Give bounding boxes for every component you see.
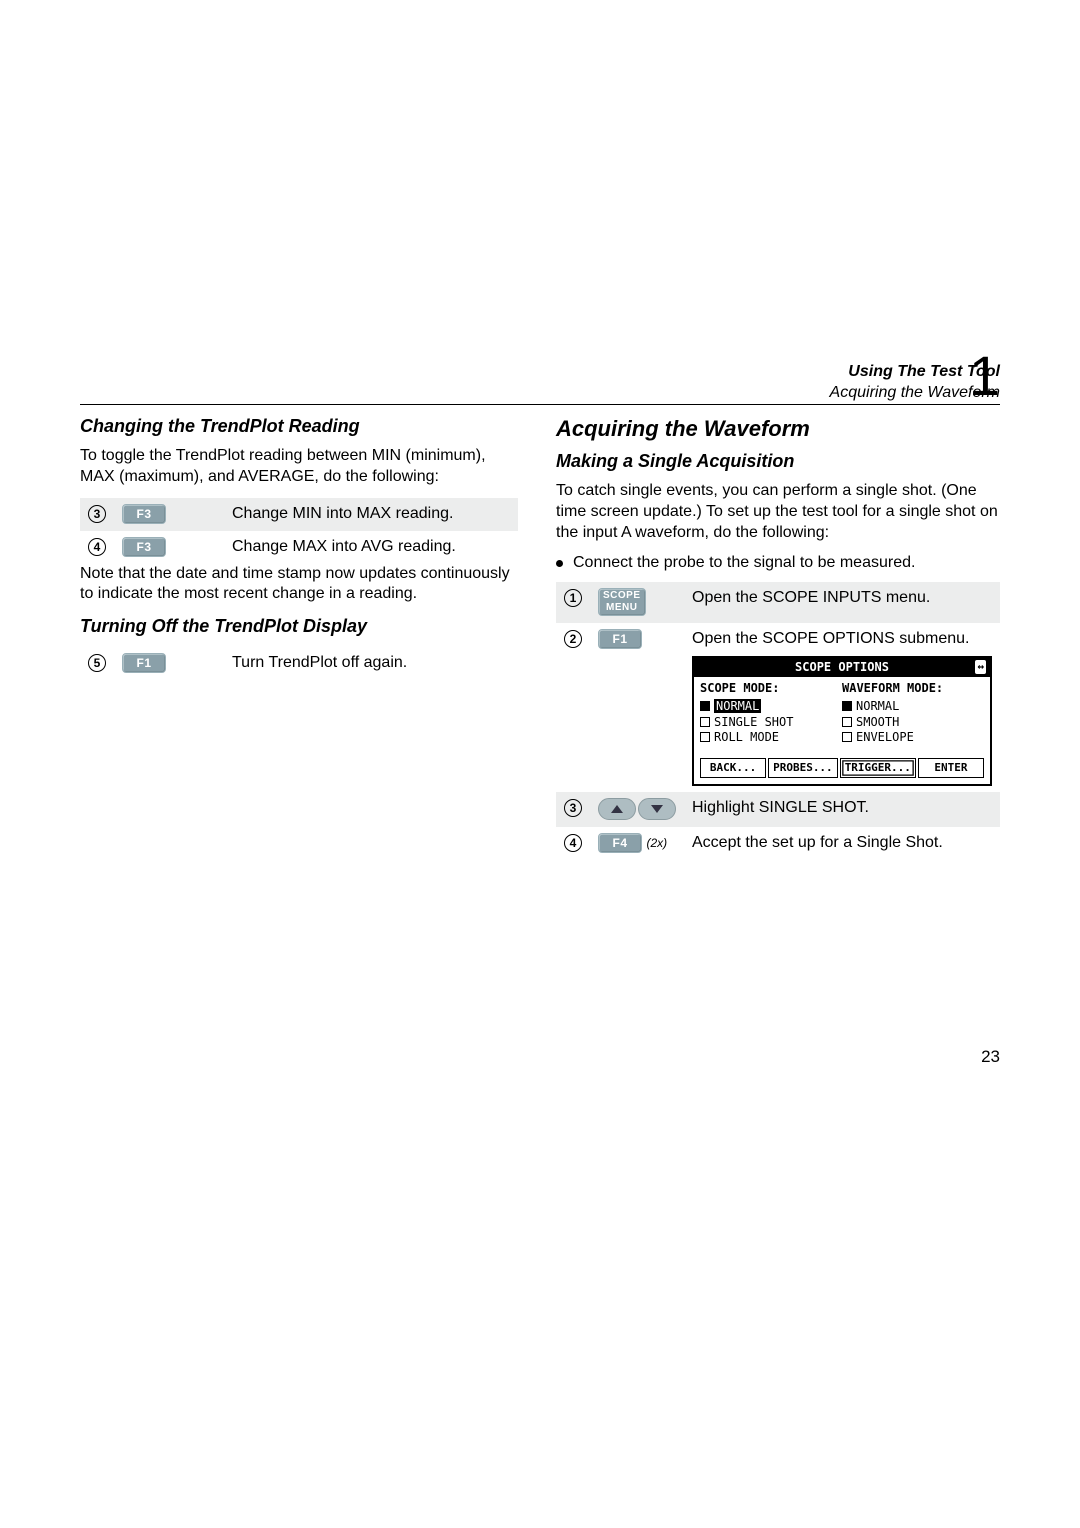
option-label: ENVELOPE [856, 730, 914, 744]
f3-key-icon: F3 [122, 504, 166, 524]
step-desc: Accept the set up for a Single Shot. [684, 827, 1000, 860]
arrow-buttons-icon [598, 798, 676, 820]
f1-key-icon: F1 [122, 653, 166, 673]
waveform-mode-column: WAVEFORM MODE: NORMAL SMOOTH ENVELOPE [842, 681, 984, 745]
step-num-icon: 4 [88, 538, 106, 556]
bullet-dot-icon [556, 560, 563, 567]
arrow-down-icon [638, 798, 676, 820]
bullet-item: Connect the probe to the signal to be me… [556, 553, 1000, 574]
option: ROLL MODE [700, 730, 842, 746]
option: NORMAL [700, 699, 842, 715]
option: SINGLE SHOT [700, 715, 842, 731]
checkbox-icon [700, 717, 710, 727]
scope-mode-column: SCOPE MODE: NORMAL SINGLE SHOT ROLL MODE [700, 681, 842, 745]
col-header: SCOPE MODE: [700, 681, 842, 697]
option-label: SMOOTH [856, 715, 899, 729]
swap-icon: ↔ [975, 660, 986, 674]
step-num-icon: 3 [564, 799, 582, 817]
arrow-up-icon [598, 798, 636, 820]
step-desc-text: Open the SCOPE OPTIONS submenu. [692, 630, 969, 647]
table-row: 2 F1 Open the SCOPE OPTIONS submenu. SCO… [556, 623, 1000, 792]
heading-changing-trendplot: Changing the TrendPlot Reading [80, 415, 518, 438]
back-tab: BACK... [700, 758, 766, 778]
option: ENVELOPE [842, 730, 984, 746]
page-number: 23 [981, 1046, 1000, 1068]
chapter-number: 1 [969, 340, 1000, 413]
intro-text: To toggle the TrendPlot reading between … [80, 446, 518, 488]
option-label: NORMAL [714, 699, 761, 713]
checkbox-icon [842, 732, 852, 742]
scope-options-box: SCOPE OPTIONS ↔ SCOPE MODE: NORMAL SINGL… [692, 656, 992, 786]
heading-acquiring: Acquiring the Waveform [556, 415, 1000, 444]
f3-key-icon: F3 [122, 537, 166, 557]
option: SMOOTH [842, 715, 984, 731]
step-num-icon: 5 [88, 654, 106, 672]
step-desc: Change MAX into AVG reading. [224, 531, 518, 564]
scopebox-title: SCOPE OPTIONS ↔ [694, 658, 990, 678]
note-text: Note that the date and time stamp now up… [80, 564, 518, 606]
table-row: 4 F4 (2x) Accept the set up for a Single… [556, 827, 1000, 860]
step-num-icon: 3 [88, 505, 106, 523]
step-desc: Open the SCOPE OPTIONS submenu. SCOPE OP… [684, 623, 1000, 792]
col-header: WAVEFORM MODE: [842, 681, 984, 697]
option: NORMAL [842, 699, 984, 715]
table-row: 4 F3 Change MAX into AVG reading. [80, 531, 518, 564]
table-row: 3 Highlight SINGLE SHOT. [556, 792, 1000, 827]
checkbox-icon [842, 701, 852, 711]
f4-key-icon: F4 [598, 833, 642, 853]
table-row: 5 F1 Turn TrendPlot off again. [80, 647, 518, 680]
right-column: Acquiring the Waveform Making a Single A… [556, 415, 1000, 860]
bullet-text: Connect the probe to the signal to be me… [573, 553, 915, 574]
option-label: ROLL MODE [714, 730, 779, 744]
enter-tab: ENTER [918, 758, 984, 778]
option-label: SINGLE SHOT [714, 715, 793, 729]
step-desc: Change MIN into MAX reading. [224, 498, 518, 531]
repeat-note: (2x) [646, 836, 667, 850]
intro-text: To catch single events, you can perform … [556, 481, 1000, 543]
probes-tab: PROBES... [768, 758, 838, 778]
f1-key-icon: F1 [598, 629, 642, 649]
step-num-icon: 2 [564, 630, 582, 648]
acquire-steps-table: 1 SCOPEMENU Open the SCOPE INPUTS menu. … [556, 582, 1000, 859]
step-num-icon: 1 [564, 589, 582, 607]
heading-turning-off: Turning Off the TrendPlot Display [80, 615, 518, 638]
scopebox-tabs: BACK... PROBES... TRIGGER... ENTER [694, 754, 990, 784]
step-num-icon: 4 [564, 834, 582, 852]
left-column: Changing the TrendPlot Reading To toggle… [80, 415, 518, 860]
scope-menu-key-icon: SCOPEMENU [598, 588, 646, 616]
step-desc: Turn TrendPlot off again. [224, 647, 518, 680]
trendplot-steps-table: 3 F3 Change MIN into MAX reading. 4 F3 C… [80, 498, 518, 564]
checkbox-icon [700, 701, 710, 711]
trigger-tab: TRIGGER... [840, 758, 916, 778]
turnoff-steps-table: 5 F1 Turn TrendPlot off again. [80, 647, 518, 680]
option-label: NORMAL [856, 699, 899, 713]
step-desc: Highlight SINGLE SHOT. [684, 792, 1000, 827]
table-row: 1 SCOPEMENU Open the SCOPE INPUTS menu. [556, 582, 1000, 623]
step-desc: Open the SCOPE INPUTS menu. [684, 582, 1000, 623]
heading-single-acq: Making a Single Acquisition [556, 450, 1000, 473]
table-row: 3 F3 Change MIN into MAX reading. [80, 498, 518, 531]
header-rule [80, 404, 1000, 405]
scopebox-title-text: SCOPE OPTIONS [795, 660, 889, 674]
checkbox-icon [700, 732, 710, 742]
checkbox-icon [842, 717, 852, 727]
